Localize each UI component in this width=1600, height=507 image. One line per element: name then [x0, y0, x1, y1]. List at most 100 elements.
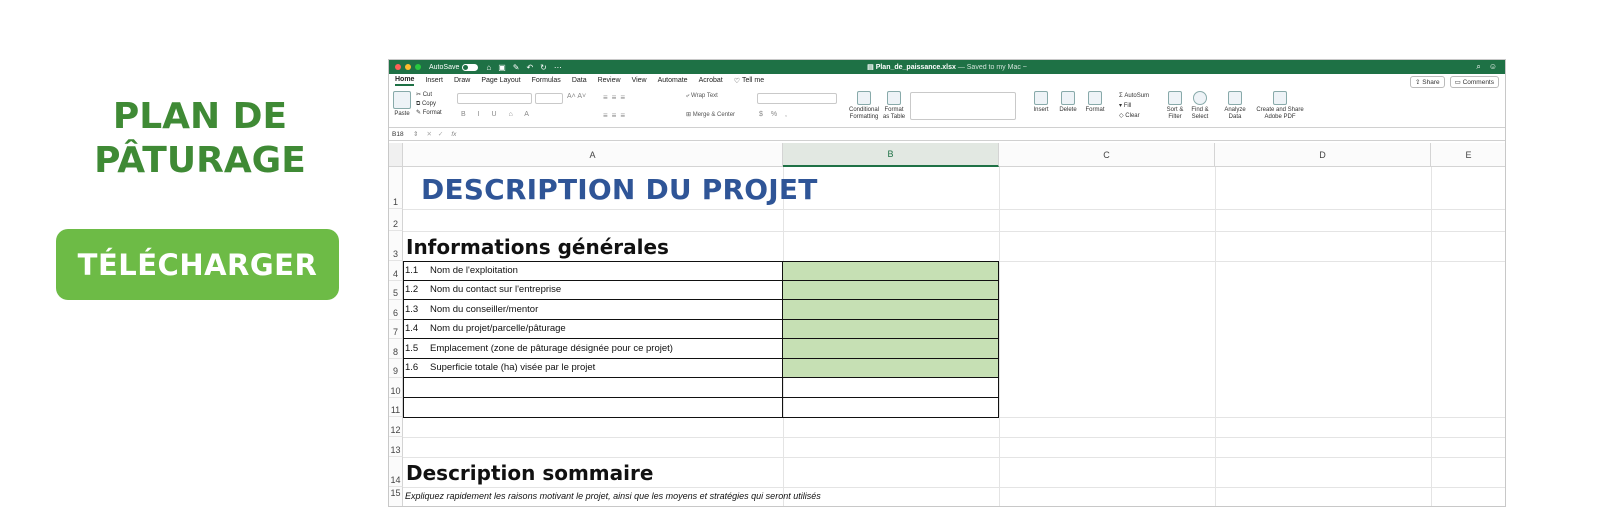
table-cell[interactable]	[782, 377, 999, 398]
input-cell-farm-name[interactable]	[782, 261, 999, 281]
row-header[interactable]: 12	[389, 417, 403, 437]
column-header-b[interactable]: B	[783, 143, 999, 167]
input-cell-location[interactable]	[782, 338, 999, 359]
row-header[interactable]: 3	[389, 231, 403, 261]
merge-center-button[interactable]: ⊞ Merge & Center	[686, 111, 735, 118]
row-header[interactable]: 4	[389, 261, 403, 281]
copy-label: Copy	[421, 101, 436, 107]
analyze-icon	[1228, 91, 1242, 105]
tab-draw[interactable]: Draw	[454, 77, 470, 85]
copy-button[interactable]: ⧉ Copy	[416, 100, 442, 109]
row-header[interactable]: 13	[389, 437, 403, 457]
align-top-buttons[interactable]: ≡≡≡	[603, 93, 629, 102]
input-cell-advisor-name[interactable]	[782, 299, 999, 320]
tab-page-layout[interactable]: Page Layout	[481, 77, 520, 85]
save-icon[interactable]: ▣	[498, 63, 506, 72]
tab-tell-me[interactable]: Tell me	[742, 77, 764, 85]
table-cell[interactable]	[403, 397, 783, 418]
spreadsheet-grid[interactable]: A B C D E 1 2 3 4 5 6 7 8 9 10 11 12 13 …	[389, 143, 1505, 506]
sort-filter-button[interactable]: Sort & Filter	[1164, 91, 1186, 121]
create-share-pdf-button[interactable]: Create and Share Adobe PDF	[1255, 91, 1305, 121]
file-icon: ▤	[867, 64, 874, 71]
font-name-dropdown[interactable]	[457, 93, 532, 104]
tab-insert[interactable]: Insert	[425, 77, 443, 85]
format-as-table-button[interactable]: Format as Table	[881, 91, 907, 121]
clear-button[interactable]: ◇ Clear	[1119, 111, 1149, 121]
paste-button[interactable]: Paste	[393, 91, 411, 118]
cut-button[interactable]: ✂ Cut	[416, 91, 442, 100]
row-header[interactable]: 6	[389, 300, 403, 320]
row-header[interactable]: 11	[389, 398, 403, 417]
row-header[interactable]: 8	[389, 339, 403, 359]
column-header-d[interactable]: D	[1215, 143, 1431, 167]
row-header[interactable]: 15	[389, 487, 403, 506]
section-title-summary: Description sommaire	[406, 461, 654, 485]
ribbon: Paste ✂ Cut ⧉ Copy ✎ Format A˄ A˅ B I U …	[389, 88, 1505, 128]
number-format-buttons[interactable]: $ % ,	[759, 111, 790, 118]
fill-button[interactable]: ▾ Fill	[1119, 101, 1149, 111]
format-cells-button[interactable]: Format	[1083, 91, 1107, 114]
cancel-icon[interactable]: ✕	[426, 130, 431, 138]
column-header-c[interactable]: C	[999, 143, 1215, 167]
column-header-e[interactable]: E	[1431, 143, 1505, 167]
cell-styles-gallery[interactable]	[910, 92, 1016, 120]
autosum-button[interactable]: Σ AutoSum	[1119, 91, 1149, 101]
home-icon[interactable]: ⌂	[486, 63, 491, 72]
redo-icon[interactable]: ↻	[540, 63, 547, 72]
tab-data[interactable]: Data	[572, 77, 587, 85]
tab-home[interactable]: Home	[395, 76, 415, 86]
share-button[interactable]: ⇪ Share	[1409, 76, 1445, 88]
tab-acrobat[interactable]: Acrobat	[699, 77, 723, 85]
maximize-window-button[interactable]	[415, 64, 421, 70]
gridline	[403, 457, 1505, 458]
tab-review[interactable]: Review	[598, 77, 621, 85]
autosave-switch[interactable]	[462, 63, 479, 71]
name-box[interactable]: B18	[389, 131, 413, 138]
minimize-window-button[interactable]	[405, 64, 411, 70]
row-header[interactable]: 1	[389, 167, 403, 209]
undo-icon[interactable]: ↶	[526, 63, 533, 72]
confirm-icon[interactable]: ✓	[438, 130, 443, 138]
number-format-dropdown[interactable]	[757, 93, 837, 104]
row-header[interactable]: 14	[389, 457, 403, 487]
row-header[interactable]: 10	[389, 378, 403, 398]
font-size-dropdown[interactable]	[535, 93, 563, 104]
analyze-data-button[interactable]: Analyze Data	[1223, 91, 1247, 121]
insert-label: Insert	[1033, 107, 1049, 113]
font-grow-shrink[interactable]: A˄ A˅	[567, 93, 586, 100]
align-horizontal-buttons[interactable]: ≡≡≡	[603, 111, 629, 120]
insert-cells-button[interactable]: Insert	[1029, 91, 1053, 114]
table-cell[interactable]	[403, 377, 783, 398]
autosave-toggle[interactable]: AutoSave	[429, 63, 479, 71]
input-cell-project-name[interactable]	[782, 319, 999, 339]
input-cell-contact-name[interactable]	[782, 280, 999, 300]
tab-formulas[interactable]: Formulas	[532, 77, 561, 85]
profile-icon[interactable]: ☺	[1489, 62, 1497, 72]
row-header[interactable]: 7	[389, 320, 403, 339]
column-header-a[interactable]: A	[403, 143, 783, 167]
delete-cells-button[interactable]: Delete	[1056, 91, 1080, 114]
tab-view[interactable]: View	[632, 77, 647, 85]
comments-button[interactable]: ▭ Comments	[1449, 76, 1499, 88]
download-button[interactable]: TÉLÉCHARGER	[56, 229, 339, 300]
close-window-button[interactable]	[395, 64, 401, 70]
wrap-text-button[interactable]: ⤶ Wrap Text	[686, 93, 718, 100]
font-style-buttons[interactable]: B I U ⌂ A	[461, 111, 534, 118]
select-all-corner[interactable]	[389, 143, 403, 167]
table-cell[interactable]	[782, 397, 999, 418]
search-icon[interactable]: ⌕	[1476, 62, 1480, 72]
format-painter-button[interactable]: ✎ Format	[416, 109, 442, 118]
find-select-button[interactable]: Find & Select	[1189, 91, 1211, 121]
tab-automate[interactable]: Automate	[658, 77, 688, 85]
row-header[interactable]: 2	[389, 209, 403, 231]
name-box-stepper-icon[interactable]: ⇕	[413, 130, 418, 138]
sort-filter-label: Sort & Filter	[1166, 107, 1184, 120]
fx-icon[interactable]: fx	[451, 131, 456, 138]
row-header[interactable]: 9	[389, 359, 403, 378]
row-header[interactable]: 5	[389, 281, 403, 300]
conditional-formatting-button[interactable]: Conditional Formatting	[849, 91, 879, 121]
gridline	[1215, 167, 1216, 506]
more-icon[interactable]: ⋯	[554, 63, 562, 72]
input-cell-total-area[interactable]	[782, 358, 999, 378]
edit-icon[interactable]: ✎	[513, 63, 520, 72]
